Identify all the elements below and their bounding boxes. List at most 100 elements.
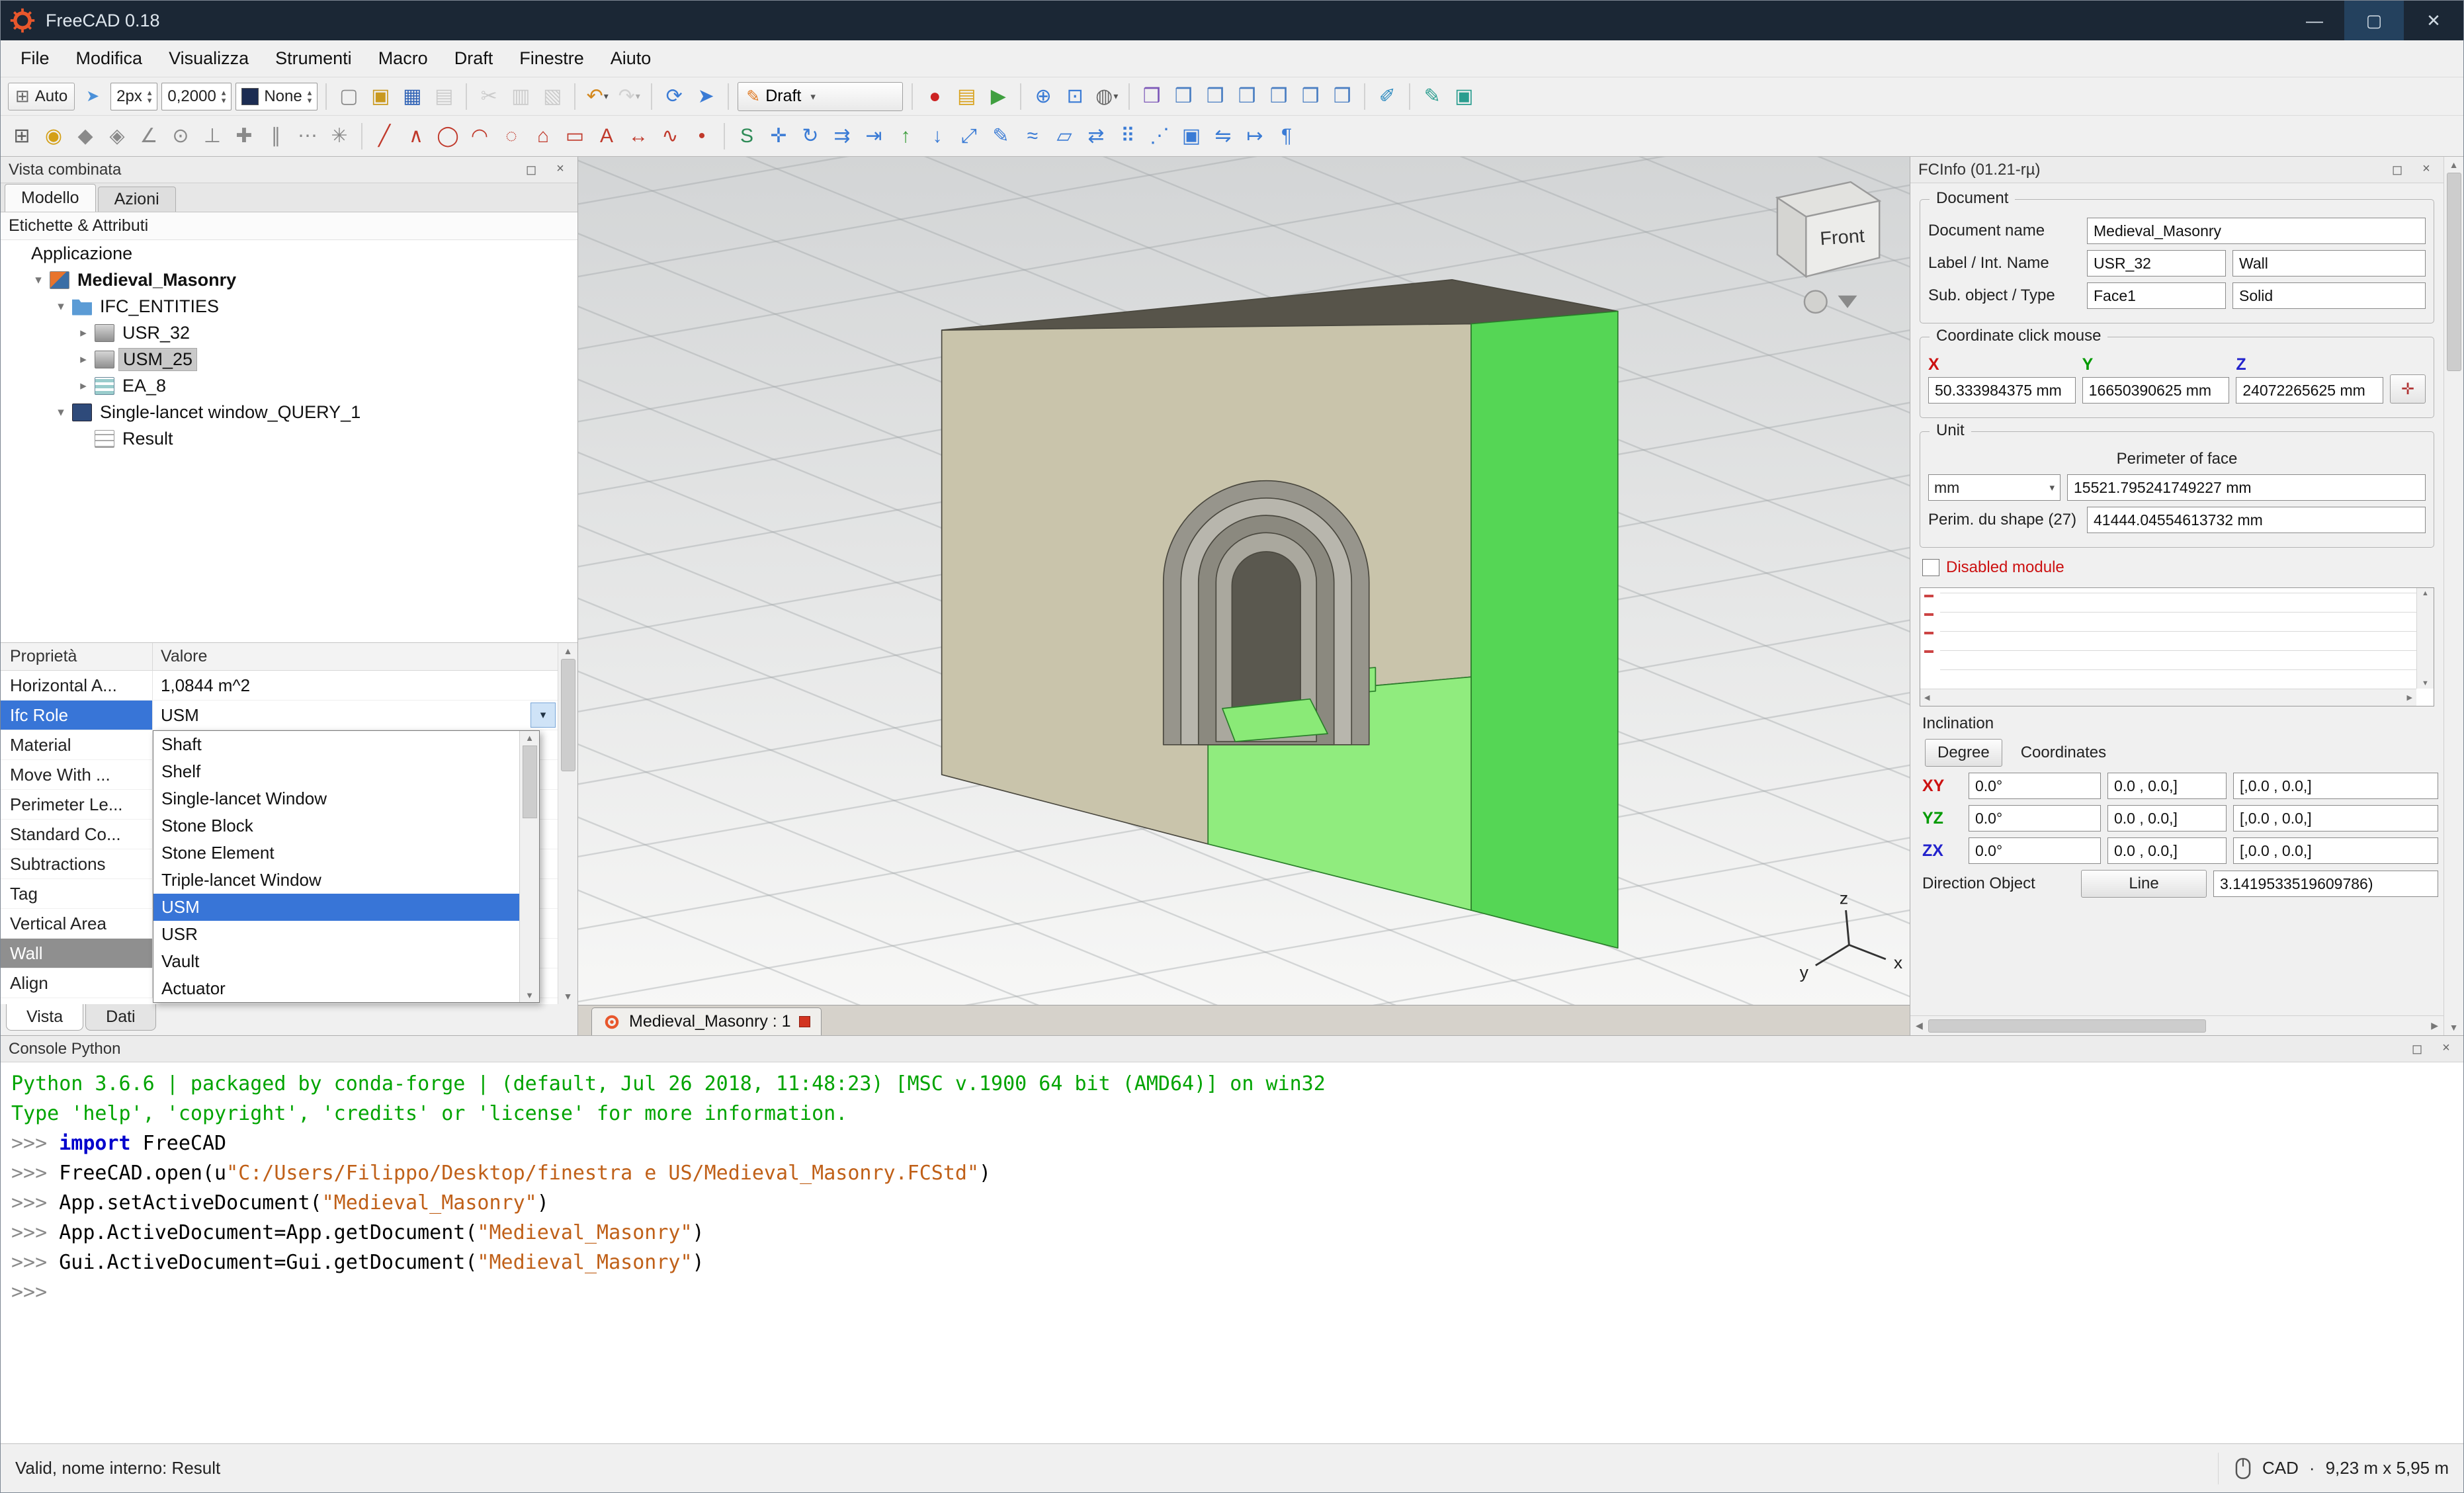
draft-ellipse-icon[interactable]: ◌ [495,121,527,151]
angle-field[interactable]: 0.0° [1969,837,2101,864]
scroll-down-icon[interactable]: ▼ [2449,1022,2459,1033]
dock-close-icon[interactable]: × [551,161,570,178]
print-icon[interactable]: ▤ [428,81,460,112]
angle-field[interactable]: 0.0° [1969,805,2101,832]
tree-item-result[interactable]: Result [1,425,577,452]
working-plane-button[interactable]: ➤ [77,81,108,112]
dock-close-icon[interactable]: × [2417,161,2436,178]
save-icon[interactable]: ▦ [396,81,428,112]
tab-azioni[interactable]: Azioni [98,187,176,212]
view-front-icon[interactable]: ❒ [1168,81,1199,112]
view-bottom-icon[interactable]: ❒ [1295,81,1326,112]
fit-all-icon[interactable]: ⊕ [1027,81,1059,112]
snap-angle-icon[interactable]: ∠ [133,121,165,151]
draft-bspline-icon[interactable]: ∿ [654,121,686,151]
vector-field-1[interactable]: 0.0 , 0.0,] [2107,837,2227,864]
spinner-arrows-icon[interactable]: ▴▾ [222,89,226,105]
draft-line-icon[interactable]: ╱ [368,121,400,151]
menu-file[interactable]: File [7,40,63,77]
tree-expander-icon[interactable]: ▸ [72,352,95,367]
measure-icon[interactable]: ✐ [1371,81,1403,112]
draw-style-icon[interactable]: ◍▾ [1091,81,1123,112]
vector-field-1[interactable]: 0.0 , 0.0,] [2107,773,2227,799]
dropdown-option-shelf[interactable]: Shelf [153,758,519,785]
clone-icon[interactable]: ▣ [1175,121,1207,151]
menu-aiuto[interactable]: Aiuto [597,40,665,77]
path-array-icon[interactable]: ⋰ [1144,121,1175,151]
mouse-nav-icon[interactable] [2234,1457,2252,1480]
x-coordinate-field[interactable]: 50.333984375 mm [1928,377,2076,404]
scroll-down-icon[interactable]: ▼ [525,990,534,1000]
scroll-up-icon[interactable]: ▲ [564,646,573,656]
view-rear-icon[interactable]: ❒ [1263,81,1295,112]
construction-mode-button[interactable]: ⊞ Auto [8,83,75,110]
tree-expander-icon[interactable]: ▾ [50,405,72,420]
property-row-horizontal-a[interactable]: Horizontal A...1,0844 m^2 [1,671,558,701]
heal-icon[interactable]: ¶ [1271,121,1302,151]
mirror-icon[interactable]: ⇋ [1207,121,1239,151]
menu-modifica[interactable]: Modifica [63,40,156,77]
dropdown-option-triple-lancet-window[interactable]: Triple-lancet Window [153,867,519,894]
measure-grid-widget[interactable]: ▲▼ ◀▶ [1920,587,2434,706]
move-icon[interactable]: ✛ [763,121,794,151]
navcube-front-label[interactable]: Front [1819,226,1865,249]
tree-expander-icon[interactable]: ▸ [72,378,95,394]
close-button[interactable]: ✕ [2404,1,2463,40]
array-icon[interactable]: ⠿ [1112,121,1144,151]
int-name-field[interactable]: Wall [2232,250,2426,277]
label-field[interactable]: USR_32 [2087,250,2226,277]
wire-to-bspline-icon[interactable]: ≈ [1017,121,1048,151]
dock-close-icon[interactable]: × [2437,1041,2455,1057]
snap-near-icon[interactable]: ✳ [323,121,355,151]
tree-item-usr-32[interactable]: ▸USR_32 [1,320,577,346]
dropdown-option-single-lancet-window[interactable]: Single-lancet Window [153,785,519,812]
scroll-right-icon[interactable]: ▶ [2431,1020,2438,1031]
scroll-thumb[interactable] [561,659,575,771]
tree-item-medieval-masonry[interactable]: ▾Medieval_Masonry [1,267,577,293]
tree-item-single-lancet-window-query-1[interactable]: ▾Single-lancet window_QUERY_1 [1,399,577,425]
spinner-arrows-icon[interactable]: ▴▾ [148,89,152,105]
arch-sketch-icon[interactable]: ✎ [1416,81,1448,112]
copy-icon[interactable]: ▥ [505,81,536,112]
unit-combo[interactable]: mm ▾ [1928,474,2060,501]
vector-field-1[interactable]: 0.0 , 0.0,] [2107,805,2227,832]
view-right-icon[interactable]: ❒ [1231,81,1263,112]
open-document-icon[interactable]: ▣ [364,81,396,112]
y-coordinate-field[interactable]: 16650390625 mm [2082,377,2230,404]
scroll-down-icon[interactable]: ▼ [564,991,573,1002]
stretch-icon[interactable]: ↦ [1239,121,1271,151]
scroll-up-icon[interactable]: ▲ [525,733,534,743]
trimex-icon[interactable]: ⇥ [858,121,890,151]
dock-float-icon[interactable]: ◻ [522,161,540,178]
draft-wire-icon[interactable]: ∧ [400,121,432,151]
box-zoom-icon[interactable]: ⊡ [1059,81,1091,112]
upgrade-icon[interactable]: ↑ [890,121,921,151]
line-button[interactable]: Line [2081,870,2207,898]
vector-field-2[interactable]: [,0.0 , 0.0,] [2233,805,2438,832]
console-output[interactable]: Python 3.6.6 | packaged by conda-forge |… [1,1062,2463,1443]
snap-lock-icon[interactable]: ◉ [38,121,69,151]
angle-field[interactable]: 0.0° [1969,773,2101,799]
macro-record-icon[interactable]: ● [919,81,951,112]
offset-icon[interactable]: ⇉ [826,121,858,151]
tree-expander-icon[interactable]: ▸ [72,325,95,341]
menu-strumenti[interactable]: Strumenti [262,40,365,77]
downgrade-icon[interactable]: ↓ [921,121,953,151]
grid-horizontal-scrollbar[interactable]: ◀▶ [1920,689,2416,706]
tree-expander-icon[interactable]: ▾ [27,273,50,288]
draft-polygon-icon[interactable]: ⌂ [527,121,559,151]
tree-item-ea-8[interactable]: ▸EA_8 [1,372,577,399]
view-left-icon[interactable]: ❒ [1326,81,1358,112]
properties-scrollbar[interactable]: ▲ ▼ [558,643,577,1004]
view-isometric-icon[interactable]: ❒ [1136,81,1168,112]
undo-icon[interactable]: ↶▾ [581,81,613,112]
scroll-thumb[interactable] [2447,173,2461,371]
scroll-thumb[interactable] [523,746,537,818]
redo-icon[interactable]: ↷▾ [613,81,645,112]
tree-expander-icon[interactable]: ▾ [50,299,72,314]
document-tab[interactable]: Medieval_Masonry : 1 [591,1007,822,1035]
tree-item-usm-25[interactable]: ▸USM_25 [1,346,577,372]
tab-modello[interactable]: Modello [5,184,96,212]
toggle-grid-icon[interactable]: ⊞ [6,121,38,151]
arch-folder-icon[interactable]: ▣ [1448,81,1480,112]
